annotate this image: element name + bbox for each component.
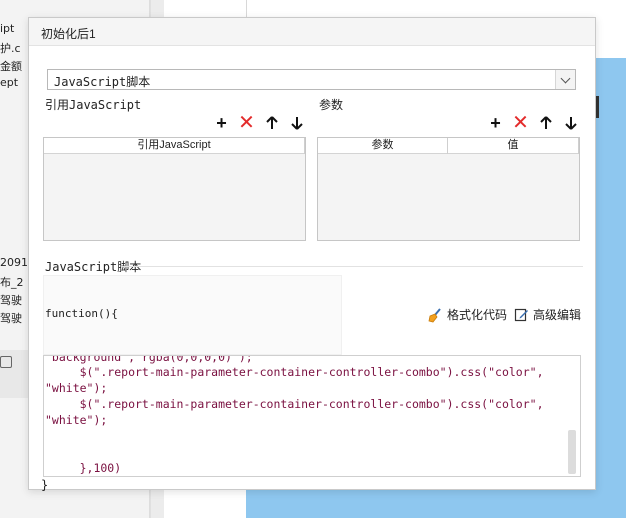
section-divider xyxy=(121,266,583,267)
init-event-dialog: 初始化后1 JavaScript脚本 引用JavaScript + ✕ 引用Ja… xyxy=(28,17,596,492)
background-tool-icon xyxy=(0,356,12,368)
background-text: ipt xyxy=(0,22,15,35)
background-canvas xyxy=(596,58,626,518)
add-icon[interactable]: + xyxy=(487,114,504,132)
move-up-icon[interactable] xyxy=(537,114,554,131)
format-code-label: 格式化代码 xyxy=(447,308,508,322)
script-type-select[interactable]: JavaScript脚本 xyxy=(47,69,576,90)
advanced-edit-label: 高级编辑 xyxy=(533,308,582,322)
script-type-value: JavaScript脚本 xyxy=(54,75,151,89)
function-header-area: function(){ xyxy=(43,275,342,355)
code-line: $(".report-main-parameter-container-cont… xyxy=(45,397,544,411)
advanced-edit-button[interactable]: 高级编辑 xyxy=(514,306,581,323)
format-code-button[interactable]: 格式化代码 xyxy=(427,306,507,323)
ref-js-table[interactable]: 引用JavaScript xyxy=(43,137,306,241)
add-icon[interactable]: + xyxy=(213,114,230,132)
background-text: 驾驶 xyxy=(0,294,22,307)
column-header-param[interactable]: 参数 xyxy=(318,138,448,154)
background-text: ept xyxy=(0,76,19,89)
dialog-titlebar[interactable]: 初始化后1 xyxy=(29,18,595,46)
background-text: 金额 xyxy=(0,60,22,73)
code-editor[interactable]: "background","rgba(0,0,0,0)"); $(".repor… xyxy=(43,355,581,477)
delete-icon[interactable]: ✕ xyxy=(238,113,255,133)
code-line: "background","rgba(0,0,0,0)"); xyxy=(45,355,253,364)
delete-icon[interactable]: ✕ xyxy=(512,113,529,133)
dialog-title: 初始化后1 xyxy=(41,27,96,41)
background-text: 布_2 xyxy=(0,276,24,289)
params-table-header: 参数 值 xyxy=(318,138,579,154)
code-line: },100) xyxy=(45,461,122,475)
params-toolbar: + ✕ xyxy=(487,113,579,133)
broom-icon xyxy=(428,307,441,322)
dropdown-button[interactable] xyxy=(555,70,575,89)
function-closing-brace: } xyxy=(41,478,49,492)
code-line: "white"); xyxy=(45,381,108,395)
ref-js-toolbar: + ✕ xyxy=(213,113,305,133)
background-cursor-mark xyxy=(596,96,599,118)
column-header-value[interactable]: 值 xyxy=(448,138,579,154)
move-down-icon[interactable] xyxy=(288,114,305,131)
editor-scrollbar[interactable] xyxy=(568,430,576,474)
code-line: $(".report-main-parameter-container-cont… xyxy=(45,365,544,379)
chevron-down-icon xyxy=(560,73,571,83)
background-text: 驾驶 xyxy=(0,312,22,325)
column-header[interactable]: 引用JavaScript xyxy=(44,138,305,154)
function-header: function(){ xyxy=(45,307,118,320)
params-table[interactable]: 参数 值 xyxy=(317,137,580,241)
move-up-icon[interactable] xyxy=(263,114,280,131)
code-line: "white"); xyxy=(45,413,108,427)
background-text: 护.c xyxy=(0,42,21,55)
edit-icon xyxy=(514,308,528,322)
params-label: 参数 xyxy=(319,98,344,112)
ref-js-table-header: 引用JavaScript xyxy=(44,138,305,154)
move-down-icon[interactable] xyxy=(562,114,579,131)
background-canvas-bottom xyxy=(246,490,626,518)
ref-js-label: 引用JavaScript xyxy=(45,98,142,112)
